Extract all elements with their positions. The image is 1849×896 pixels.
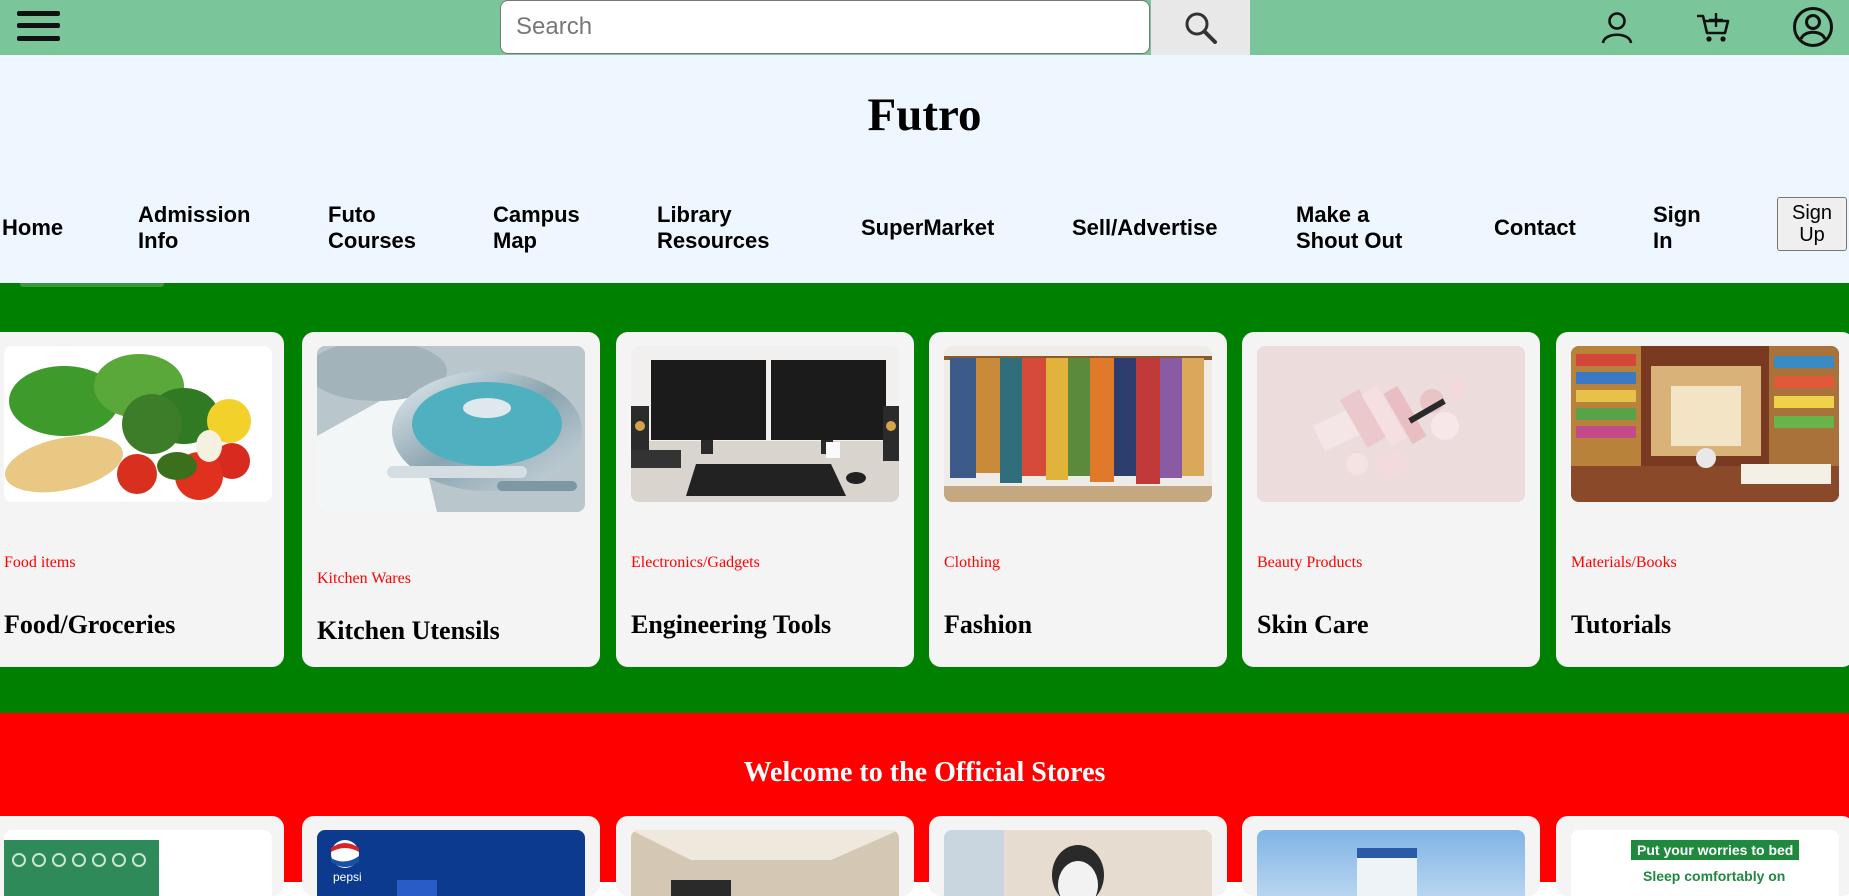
search-button[interactable] [1151,0,1250,55]
category-card-skin-care[interactable]: Beauty Products Skin Care [1242,332,1540,667]
category-title: Tutorials [1571,610,1672,639]
search-icon [1185,12,1217,44]
category-subtitle: Materials/Books [1571,554,1677,571]
store-image [631,830,899,896]
nav-sell-advertise[interactable]: Sell/Advertise [1072,215,1218,241]
nav-campus-map[interactable]: Campus Map [493,202,580,254]
category-title: Kitchen Utensils [317,616,500,645]
store-image [1257,830,1525,896]
cart-icon[interactable] [1692,6,1734,48]
store-card[interactable]: pepsi [302,816,600,896]
category-image-tutorials [1571,346,1839,502]
category-title: Skin Care [1257,610,1369,639]
nav-library-resources[interactable]: Library Resources [657,202,770,254]
store-image [4,830,272,896]
search-bar [500,0,1250,55]
nav-make-a-shout-out[interactable]: Make a Shout Out [1296,202,1402,254]
store-image-pepsi: pepsi [317,830,585,896]
store-card[interactable] [929,816,1227,896]
category-subtitle: Kitchen Wares [317,570,411,587]
official-stores-section: Welcome to the Official Stores pepsi Put… [0,713,1849,896]
category-title: Food/Groceries [4,610,176,639]
nav-futo-courses[interactable]: Futo Courses [328,202,416,254]
store-image [944,830,1212,896]
category-subtitle: Electronics/Gadgets [631,554,760,571]
category-card-fashion[interactable]: Clothing Fashion [929,332,1227,667]
sign-up-button[interactable]: Sign Up [1777,197,1847,251]
category-title: Fashion [944,610,1033,639]
store-card[interactable] [1242,816,1540,896]
site-title: Futro [867,89,982,141]
category-image-kitchen [317,346,585,512]
banner-headline: Put your worries to bed [1631,840,1800,860]
category-card-electronics[interactable]: Electronics/Gadgets Engineering Tools [616,332,914,667]
nav-supermarket[interactable]: SuperMarket [861,215,994,241]
search-input[interactable] [500,0,1150,54]
nav-sign-in[interactable]: Sign In [1653,202,1701,254]
category-subtitle: Beauty Products [1257,554,1363,571]
category-image-food [4,346,272,502]
nav-home[interactable]: Home [2,215,63,241]
store-card[interactable] [0,816,284,896]
category-card-tutorials[interactable]: Materials/Books Tutorials [1556,332,1849,667]
store-card[interactable] [616,816,914,896]
stores-title: Welcome to the Official Stores [743,757,1106,788]
top-bar [0,0,1849,55]
section-tab [20,283,164,287]
store-card[interactable]: Put your worries to bed Sleep comfortabl… [1556,816,1849,896]
nav-contact[interactable]: Contact [1494,215,1576,241]
category-title: Engineering Tools [631,610,832,639]
nav-admission-info[interactable]: Admission Info [138,202,250,254]
user-icon[interactable] [1596,6,1638,48]
categories-section: Food items Food/Groceries Kitchen Wares … [0,283,1849,713]
category-image-fashion [944,346,1212,502]
hamburger-menu-icon[interactable] [17,8,60,44]
site-header: Futro Home Admission Info Futo Courses Cam… [0,55,1849,283]
category-subtitle: Food items [4,554,76,571]
store-image-banner: Put your worries to bed Sleep comfortabl… [1571,830,1839,896]
account-circle-icon[interactable] [1792,6,1834,48]
category-subtitle: Clothing [944,554,1001,571]
category-image-skin-care [1257,346,1525,502]
category-image-electronics [631,346,899,502]
category-card-kitchen[interactable]: Kitchen Wares Kitchen Utensils [302,332,600,667]
category-card-food[interactable]: Food items Food/Groceries [0,332,284,667]
